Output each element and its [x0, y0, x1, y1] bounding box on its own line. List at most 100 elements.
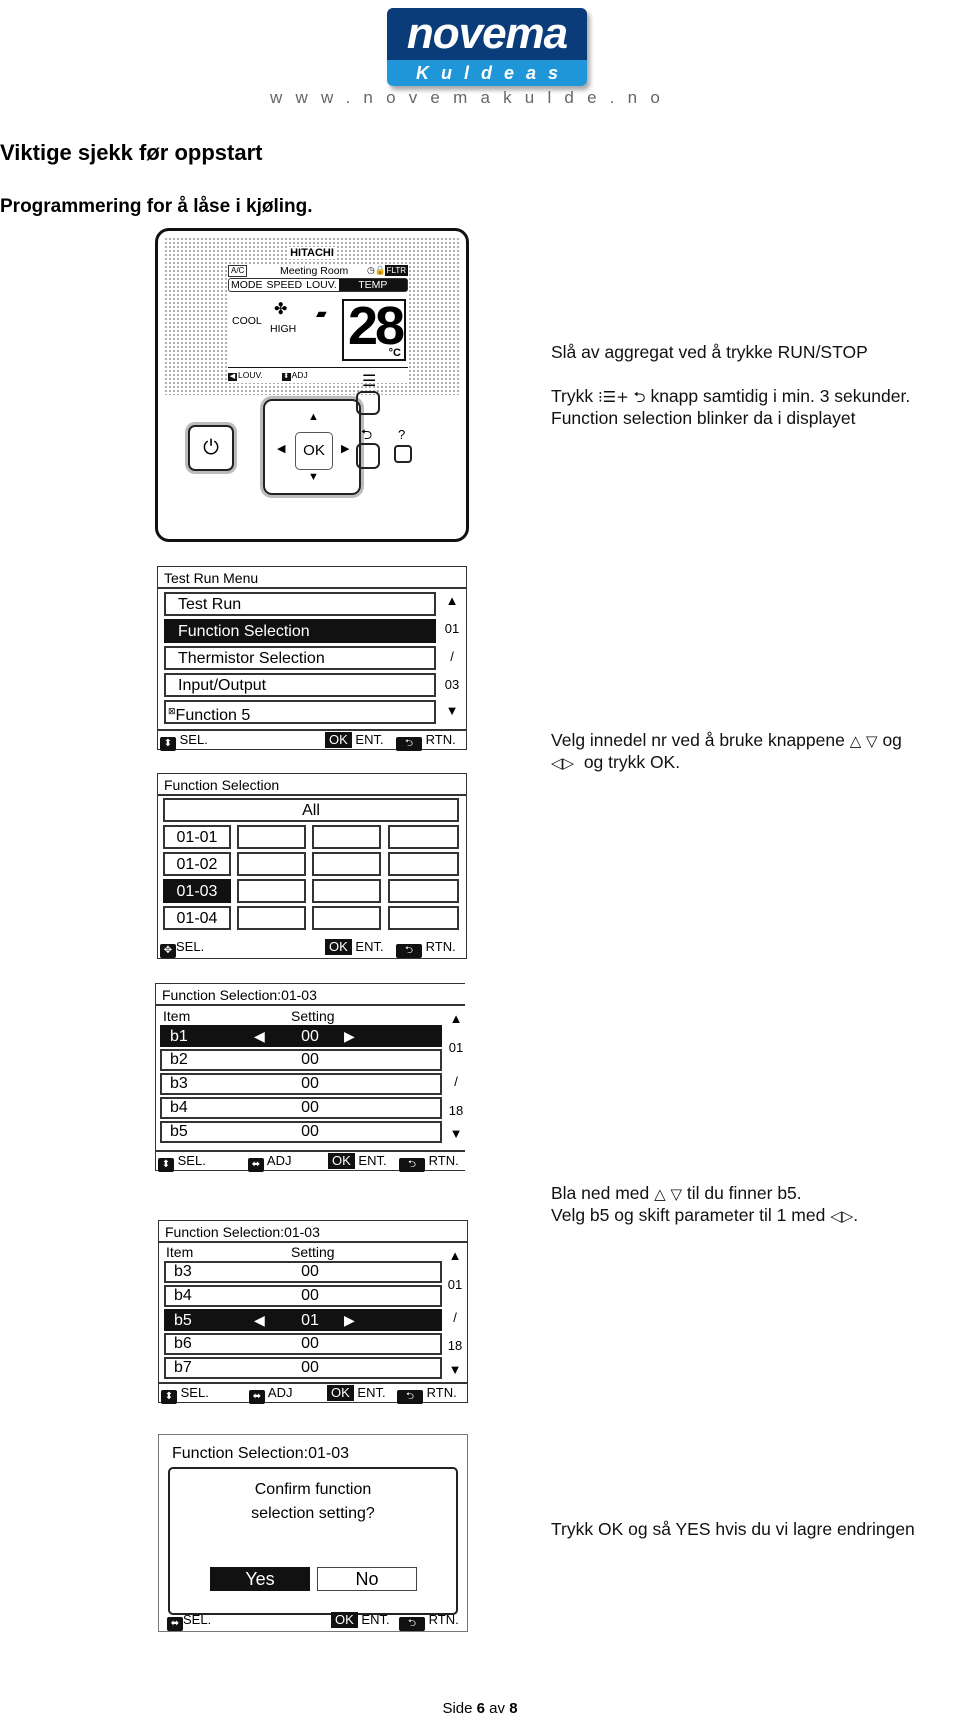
tab-louver: LOUV. [306, 279, 337, 291]
screen-test-run-menu: Test Run Menu Test Run Function Selectio… [157, 566, 467, 751]
left-arrow-icon[interactable]: ◀ [277, 442, 285, 455]
ok-key: OK [327, 1385, 354, 1401]
down-arrow-icon[interactable]: ▼ [308, 471, 319, 483]
setting-row[interactable]: b4 00 [164, 1285, 442, 1307]
remote-brand: HITACHI [164, 247, 460, 259]
louver-icon: ▰ [316, 305, 327, 321]
column-setting: Setting [291, 1244, 335, 1260]
updown-icon: ⬍ [160, 737, 176, 751]
menu-item[interactable]: Input/Output [164, 673, 436, 697]
leftright-icon: ⬌ [249, 1390, 265, 1404]
filter-tag: FLTR [384, 265, 408, 276]
setting-row[interactable]: b3 00 [164, 1261, 442, 1283]
page-current: 01 [444, 621, 460, 636]
confirm-message-line1: Confirm function [254, 1481, 372, 1498]
clock-lock-icon: ◷🔒 [366, 265, 386, 275]
unit-cell[interactable]: 01-04 [163, 906, 231, 930]
setting-row[interactable]: b5 00 [160, 1121, 442, 1143]
empty-cell[interactable] [312, 852, 381, 876]
setting-row[interactable]: b6 00 [164, 1333, 442, 1355]
unit-cell-selected[interactable]: 01-03 [163, 879, 231, 903]
instruction-step3-line1: Bla ned med △ ▽ til du finner b5. [551, 1183, 802, 1203]
scroll-up-icon[interactable]: ▲ [444, 1011, 468, 1026]
menu-item[interactable]: Thermistor Selection [164, 646, 436, 670]
scroll-down-icon[interactable]: ▼ [444, 1126, 468, 1141]
temperature-unit: °C [388, 347, 401, 359]
scroll-up-icon[interactable]: ▲ [443, 1248, 467, 1263]
remote-controller: HITACHI A/C Meeting Room ◷🔒 FLTR MODE SP… [155, 228, 469, 542]
empty-cell[interactable] [388, 852, 459, 876]
page-separator: / [454, 1074, 458, 1089]
instruction-step4: Trykk OK og så YES hvis du vi lagre endr… [551, 1519, 915, 1539]
help-button[interactable] [394, 445, 412, 463]
all-units-cell[interactable]: All [163, 798, 459, 822]
instruction-step2-line1: Velg innedel nr ved å bruke knappene △ ▽… [551, 730, 902, 750]
setting-row-selected[interactable]: b5 ◀ 01 ▶ [164, 1309, 442, 1331]
screen-title: Function Selection:01-03 [172, 1445, 349, 1462]
menu-button[interactable] [356, 391, 380, 415]
unit-cell[interactable]: 01-01 [163, 825, 231, 849]
screen-confirm-dialog: Function Selection:01-03 Confirm functio… [158, 1434, 468, 1632]
ok-button[interactable]: OK [295, 432, 333, 470]
page-heading: Viktige sjekk før oppstart [0, 140, 263, 165]
left-right-icons: ◁▷ [551, 754, 575, 772]
menu-item[interactable]: ⊠Function 5 [164, 700, 436, 724]
setting-row-selected[interactable]: b1 ◀ 00 ▶ [160, 1025, 442, 1047]
navigation-pad[interactable]: ▲ ▼ ◀ ▶ OK [263, 399, 361, 495]
empty-cell[interactable] [237, 906, 306, 930]
increase-icon[interactable]: ▶ [344, 1311, 355, 1331]
mode-value: COOL [232, 315, 262, 327]
setting-row[interactable]: b4 00 [160, 1097, 442, 1119]
help-label: ? [398, 427, 406, 442]
yes-button[interactable]: Yes [210, 1567, 310, 1591]
updown-icon: ⬍ [281, 373, 291, 381]
instruction-step2-line2: ◁▷ og trykk OK. [551, 752, 681, 772]
logo-brand: novema [387, 8, 587, 60]
novema-logo: novema Kuldeas [387, 8, 587, 86]
menu-item-selected[interactable]: Function Selection [164, 619, 436, 643]
column-item: Item [166, 1244, 194, 1260]
unit-cell[interactable]: 01-02 [163, 852, 231, 876]
menu-item[interactable]: Test Run [164, 592, 436, 616]
scroll-up-icon[interactable]: ▲ [440, 593, 464, 608]
empty-cell[interactable] [312, 879, 381, 903]
page-separator: / [453, 1310, 457, 1325]
setting-row[interactable]: b7 00 [164, 1357, 442, 1379]
section-heading: Programmering for å låse i kjøling. [0, 196, 313, 217]
instruction-step1: Slå av aggregat ved å trykke RUN/STOP [551, 342, 868, 362]
scroll-down-icon[interactable]: ▼ [440, 703, 464, 718]
decrease-icon[interactable]: ◀ [254, 1311, 265, 1331]
screen-footer: ⬍ SEL. ⬌ ADJ OK ENT. ⮌ RTN. [156, 1150, 465, 1172]
right-arrow-icon[interactable]: ▶ [341, 442, 349, 455]
decrease-icon[interactable]: ◀ [254, 1027, 265, 1047]
return-icon: ⮌ [399, 1158, 425, 1172]
setting-row[interactable]: b2 00 [160, 1049, 442, 1071]
empty-cell[interactable] [312, 825, 381, 849]
screen-footer: ✥ SEL. OK ENT. ⮌ RTN. [158, 938, 466, 958]
empty-cell[interactable] [388, 906, 459, 930]
empty-cell[interactable] [388, 825, 459, 849]
column-item: Item [163, 1008, 191, 1024]
up-arrow-icon[interactable]: ▲ [308, 411, 319, 423]
page-current: 01 [447, 1277, 463, 1292]
screen-title: Test Run Menu [158, 567, 466, 589]
scroll-down-icon[interactable]: ▼ [443, 1362, 467, 1377]
up-down-icons: △ ▽ [849, 732, 878, 750]
left-right-icons: ◁▷ [830, 1207, 854, 1225]
return-button[interactable] [356, 443, 380, 469]
empty-cell[interactable] [312, 906, 381, 930]
empty-cell[interactable] [237, 879, 306, 903]
empty-cell[interactable] [237, 825, 306, 849]
tab-speed: SPEED [266, 279, 303, 291]
power-button[interactable]: ⏻ [188, 425, 234, 471]
instruction-step3-line2: Velg b5 og skift parameter til 1 med ◁▷. [551, 1205, 859, 1225]
logo-url: www.novemakulde.no [270, 88, 673, 107]
instruction-step1-line3: Function selection blinker da i displaye… [551, 408, 856, 428]
screen-function-selection: Function Selection All 01-01 01-02 01-03… [157, 773, 467, 959]
no-button[interactable]: No [317, 1567, 417, 1591]
setting-row[interactable]: b3 00 [160, 1073, 442, 1095]
empty-cell[interactable] [237, 852, 306, 876]
return-icon: ⮌ [396, 737, 422, 751]
increase-icon[interactable]: ▶ [344, 1027, 355, 1047]
empty-cell[interactable] [388, 879, 459, 903]
